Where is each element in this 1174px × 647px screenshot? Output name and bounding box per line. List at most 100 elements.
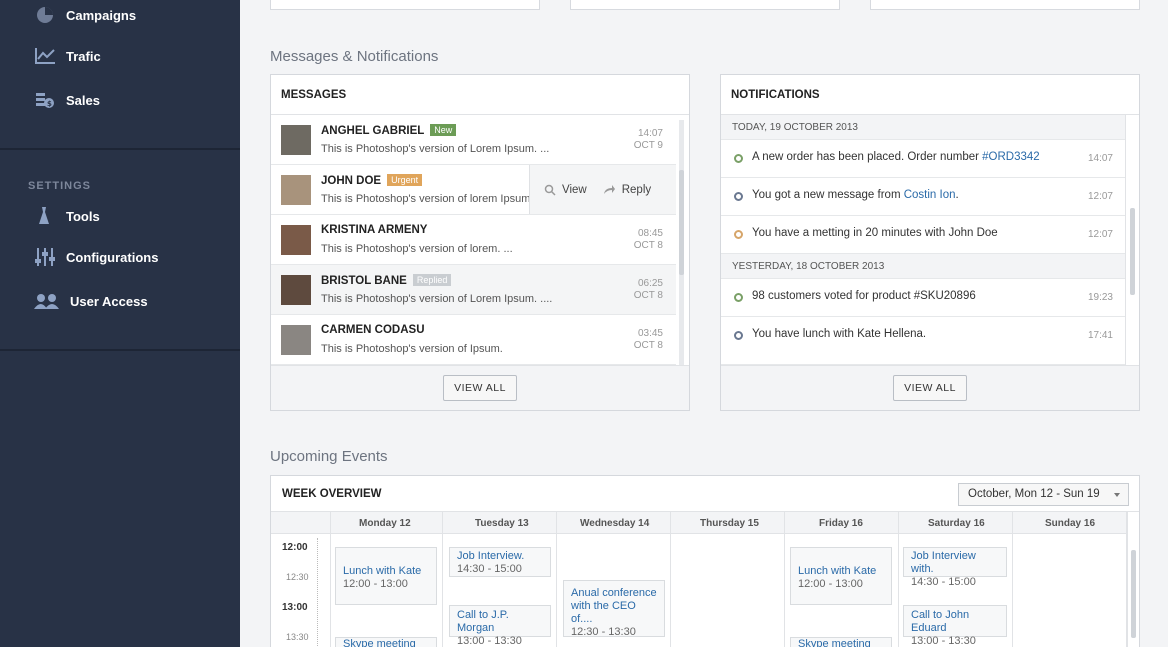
- event-time: 13:00 - 13:30: [457, 635, 522, 647]
- notifications-panel: NOTIFICATIONS TODAY, 19 OCTOBER 2013 A n…: [720, 74, 1140, 411]
- view-action[interactable]: View: [544, 184, 587, 196]
- day-label: Wednesday 14: [580, 518, 650, 529]
- message-row[interactable]: CARMEN CODASU This is Photoshop's versio…: [271, 315, 676, 365]
- notification-item[interactable]: You got a new message from Costin Ion. 1…: [721, 178, 1125, 216]
- status-dot: [734, 154, 743, 163]
- sidebar-item-trafic[interactable]: Trafic: [34, 46, 101, 66]
- notifications-footer: VIEW ALL: [721, 365, 1139, 410]
- message-time: 06:25 OCT 8: [633, 278, 663, 301]
- sidebar-divider: [0, 148, 240, 150]
- notification-time: 12:07: [1087, 191, 1113, 202]
- column-divider: [898, 512, 899, 647]
- message-time: 03:45 OCT 8: [633, 328, 663, 351]
- message-row[interactable]: JOHN DOE Urgent This is Photoshop's versi…: [271, 165, 676, 215]
- calendar-event[interactable]: Call to John Eduard 13:00 - 13:30: [903, 605, 1007, 647]
- status-dot: [734, 331, 743, 340]
- message-time: 08:45 OCT 8: [633, 228, 663, 251]
- week-select[interactable]: October, Mon 12 - Sun 19: [958, 483, 1129, 506]
- status-badge: Urgent: [387, 174, 423, 186]
- calendar-event[interactable]: Job Interview. 14:30 - 15:00: [449, 547, 551, 577]
- avatar: [281, 325, 311, 355]
- message-row[interactable]: KRISTINA ARMENY This is Photoshop's vers…: [271, 215, 676, 265]
- event-time: 14:30 - 15:00: [911, 576, 976, 588]
- user-link[interactable]: Costin Ion: [904, 189, 956, 201]
- notification-text: 98 customers voted for product #SKU20896: [752, 290, 976, 302]
- message-time: 14:07 OCT 9: [633, 128, 663, 151]
- notification-item[interactable]: You have a metting in 20 minutes with Jo…: [721, 216, 1125, 254]
- notification-time: 12:07: [1087, 229, 1113, 240]
- tools-icon: [34, 206, 56, 226]
- avatar: [281, 175, 311, 205]
- status-badge: New: [430, 124, 457, 136]
- message-row[interactable]: ANGHEL GABRIEL New This is Photoshop's ve…: [271, 115, 676, 165]
- events-panel: WEEK OVERVIEW October, Mon 12 - Sun 19 M…: [270, 475, 1140, 647]
- event-title: Skype meeting: [343, 638, 416, 647]
- event-title: Lunch with Kate: [798, 565, 877, 577]
- sidebar-divider: [0, 349, 240, 351]
- message-sender: ANGHEL GABRIEL New: [321, 124, 457, 137]
- settings-heading: SETTINGS: [28, 180, 92, 192]
- calendar-event[interactable]: Lunch with Kate 12:00 - 13:00: [790, 547, 892, 605]
- sidebar-item-tools[interactable]: Tools: [34, 206, 100, 226]
- notification-text: A new order has been placed. Order numbe…: [752, 151, 1040, 163]
- scrollbar-thumb[interactable]: [1131, 550, 1136, 638]
- reply-action[interactable]: Reply: [603, 184, 651, 196]
- stat-card: [870, 0, 1140, 10]
- status-badge: Replied: [412, 274, 452, 286]
- calendar-scrollbar[interactable]: [1127, 512, 1139, 647]
- users-icon: [34, 291, 60, 311]
- messages-header: MESSAGES: [271, 75, 689, 115]
- column-divider: [442, 512, 443, 647]
- stat-card: [570, 0, 840, 10]
- messages-panel: MESSAGES ANGHEL GABRIEL New This is Photo…: [270, 74, 690, 411]
- event-time: 12:00 - 13:00: [798, 578, 863, 590]
- calendar-event[interactable]: Job Interview with. 14:30 - 15:00: [903, 547, 1007, 588]
- calendar-event[interactable]: Call to J.P. Morgan 13:00 - 13:30: [449, 605, 551, 647]
- chevron-down-icon: [1114, 493, 1120, 497]
- event-title: Call to J.P. Morgan: [457, 609, 509, 634]
- sidebar-item-label: Tools: [66, 208, 100, 224]
- day-label: Saturday 16: [928, 518, 985, 529]
- message-preview: This is Photoshop's version of Lorem Ips…: [321, 293, 553, 305]
- page-scrollbar[interactable]: [1168, 0, 1174, 647]
- notification-item[interactable]: You have lunch with Kate Hellena. 17:41: [721, 317, 1125, 365]
- notification-time: 14:07: [1087, 153, 1113, 164]
- event-title: Job Interview.: [457, 550, 525, 562]
- sidebar-item-label: Configurations: [66, 249, 159, 265]
- order-link[interactable]: #ORD3342: [982, 151, 1040, 163]
- column-divider: [670, 512, 671, 647]
- view-all-notifications-button[interactable]: VIEW ALL: [893, 375, 967, 401]
- event-time: 12:30 - 13:30: [571, 626, 636, 638]
- sliders-icon: [34, 247, 56, 267]
- notification-item[interactable]: A new order has been placed. Order numbe…: [721, 140, 1125, 178]
- section-title-messages: Messages & Notifications: [270, 48, 439, 65]
- sidebar-item-configurations[interactable]: Configurations: [34, 247, 158, 267]
- event-time: 13:00 - 13:30: [911, 635, 976, 647]
- calendar-event[interactable]: Lunch with Kate 12:00 - 13:00: [335, 547, 437, 605]
- view-all-messages-button[interactable]: VIEW ALL: [443, 375, 517, 401]
- sidebar: Campaigns Trafic $ Sales SETTINGS Tools …: [0, 0, 240, 647]
- status-dot: [734, 293, 743, 302]
- sidebar-item-user-access[interactable]: User Access: [34, 291, 148, 311]
- notification-item[interactable]: 98 customers voted for product #SKU20896…: [721, 279, 1125, 317]
- scrollbar-thumb[interactable]: [1130, 208, 1135, 295]
- message-preview: This is Photoshop's version of lorem. ..…: [321, 243, 513, 255]
- day-label: Monday 12: [359, 518, 411, 529]
- column-divider: [330, 512, 331, 647]
- calendar-event[interactable]: Anual conference with the CEO of.... 12:…: [563, 580, 665, 638]
- messages-scrollbar[interactable]: [679, 120, 684, 365]
- day-label: Thursday 15: [700, 518, 759, 529]
- notifications-header: NOTIFICATIONS: [721, 75, 1139, 115]
- sidebar-item-sales[interactable]: $ Sales: [34, 90, 100, 110]
- status-dot: [734, 192, 743, 201]
- notifications-scrollbar[interactable]: [1125, 115, 1139, 365]
- notification-time: 17:41: [1087, 330, 1113, 341]
- calendar-event[interactable]: Skype meeting: [335, 637, 437, 647]
- calendar-event[interactable]: Skype meeting: [790, 637, 892, 647]
- scrollbar-thumb[interactable]: [679, 170, 684, 275]
- column-divider: [784, 512, 785, 647]
- hour-label: 13:00: [282, 602, 308, 613]
- sidebar-item-campaigns[interactable]: Campaigns: [34, 5, 136, 25]
- message-row[interactable]: BRISTOL BANE Replied This is Photoshop's …: [271, 265, 676, 315]
- section-title-events: Upcoming Events: [270, 448, 388, 465]
